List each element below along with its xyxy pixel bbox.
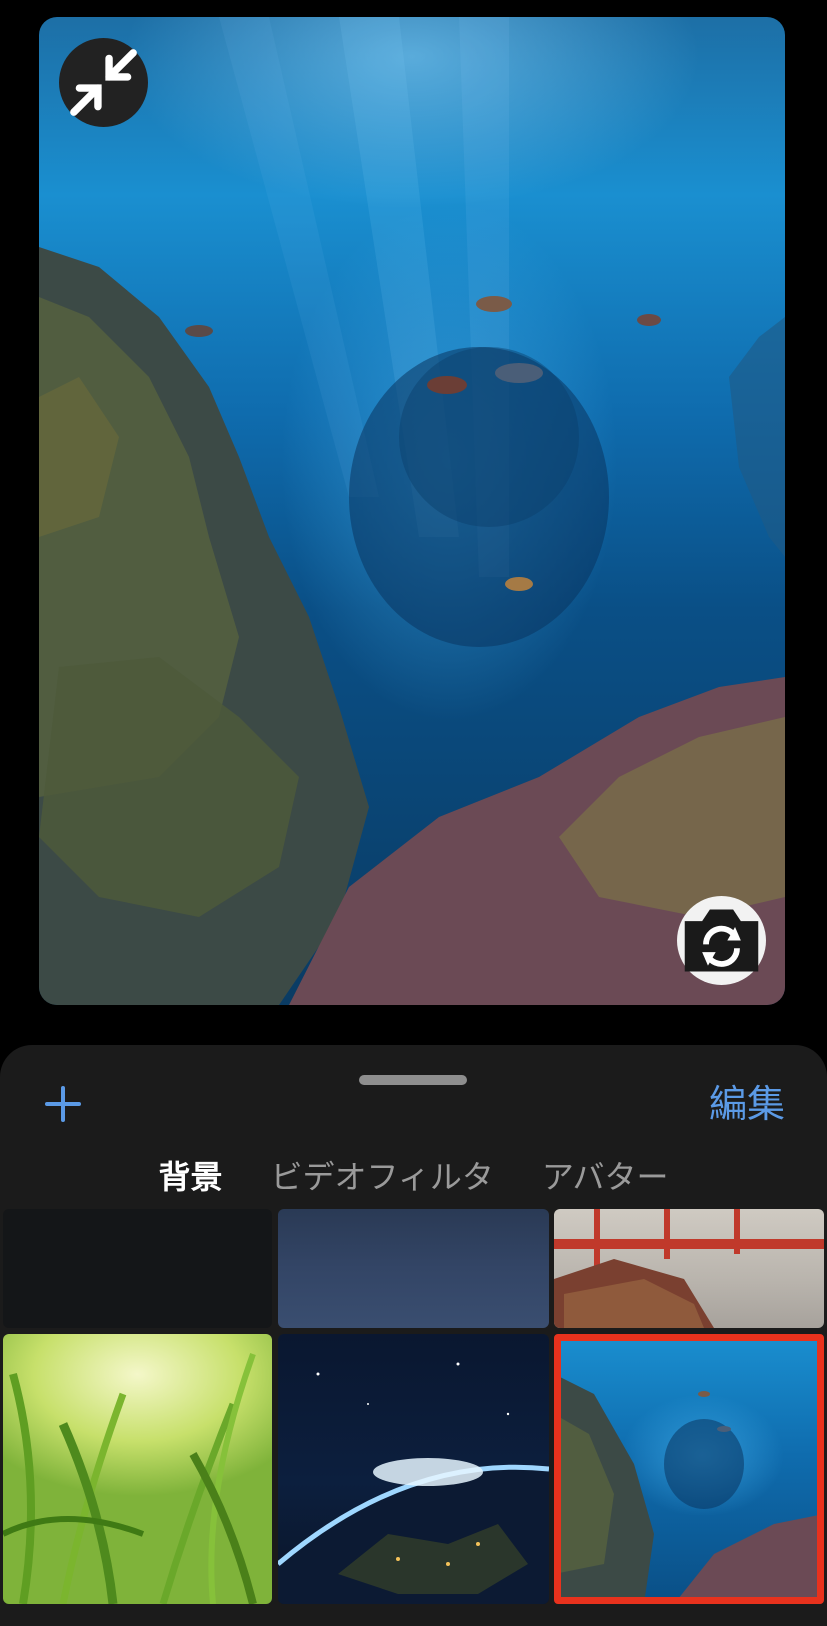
sheet-drag-handle[interactable] bbox=[359, 1075, 467, 1085]
flip-camera-button[interactable] bbox=[677, 896, 766, 985]
background-tile-aquarium[interactable] bbox=[554, 1334, 824, 1604]
minimize-button[interactable] bbox=[59, 38, 148, 127]
tab-video-filter[interactable]: ビデオフィルタ bbox=[270, 1147, 493, 1207]
underwater-scene bbox=[39, 17, 785, 1005]
camera-flip-icon bbox=[684, 909, 759, 972]
tab-avatar[interactable]: アバター bbox=[542, 1147, 669, 1207]
add-background-button[interactable] bbox=[40, 1081, 86, 1127]
background-tile-earth[interactable] bbox=[278, 1334, 549, 1604]
aquarium-thumbnail bbox=[554, 1374, 824, 1604]
camera-preview bbox=[39, 17, 785, 1005]
effect-tabs: 背景 ビデオフィルタ アバター bbox=[0, 1147, 827, 1207]
background-tile-blur[interactable] bbox=[278, 1209, 549, 1328]
background-tile-bridge[interactable] bbox=[554, 1209, 824, 1328]
bridge-thumbnail bbox=[554, 1209, 824, 1328]
background-tile-none[interactable] bbox=[3, 1209, 272, 1328]
background-grid bbox=[3, 1209, 824, 1626]
tab-background[interactable]: 背景 bbox=[158, 1147, 222, 1207]
background-effects-sheet: 編集 背景 ビデオフィルタ アバター bbox=[0, 1045, 827, 1626]
minimize-arrows-icon bbox=[70, 49, 137, 116]
earth-thumbnail bbox=[278, 1362, 549, 1604]
grass-thumbnail bbox=[3, 1352, 257, 1604]
background-tile-grass[interactable] bbox=[3, 1334, 272, 1604]
plus-icon bbox=[45, 1086, 81, 1122]
edit-button[interactable]: 編集 bbox=[709, 1079, 785, 1129]
